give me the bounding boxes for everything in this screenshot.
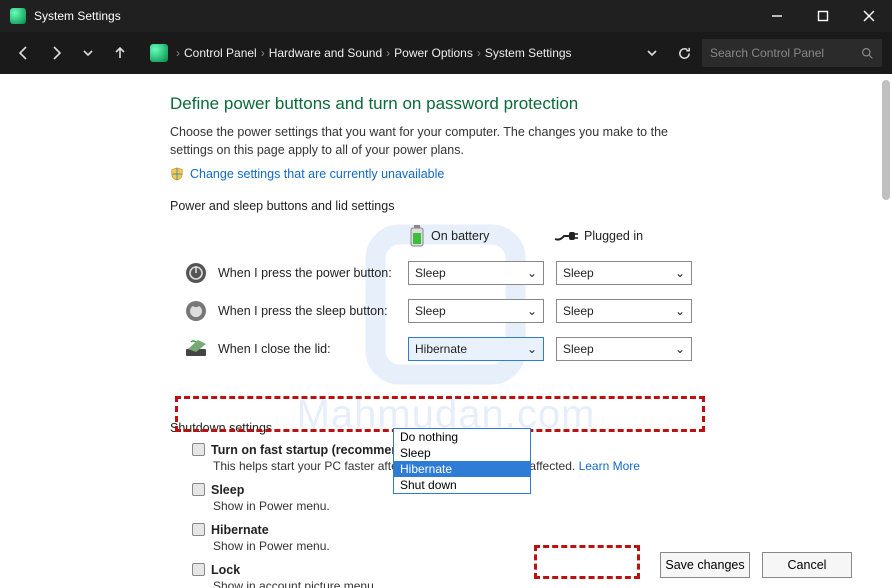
maximize-button[interactable]: [800, 0, 846, 32]
chevron-down-icon: ⌄: [675, 266, 685, 280]
learn-more-link[interactable]: Learn More: [579, 459, 640, 473]
checkbox[interactable]: [192, 523, 205, 536]
save-button[interactable]: Save changes: [660, 552, 750, 578]
navbar: › Control Panel› Hardware and Sound› Pow…: [0, 32, 892, 74]
row-label: When I press the power button:: [218, 266, 408, 280]
app-icon: [10, 8, 26, 24]
battery-icon: [409, 225, 425, 247]
minimize-button[interactable]: [754, 0, 800, 32]
sleep-plugged-select[interactable]: Sleep⌄: [556, 299, 692, 323]
chevron-down-icon: ⌄: [527, 304, 537, 318]
forward-button[interactable]: [42, 39, 70, 67]
shield-icon: [170, 167, 184, 181]
power-battery-select[interactable]: Sleep⌄: [408, 261, 544, 285]
lid-icon: [184, 337, 208, 361]
power-button-icon: [184, 261, 208, 285]
chevron-down-icon: ⌄: [527, 266, 537, 280]
change-settings-text: Change settings that are currently unava…: [190, 167, 444, 181]
plug-icon: [554, 229, 578, 243]
titlebar: System Settings: [0, 0, 892, 32]
sleep-button-icon: [184, 299, 208, 323]
page-title: Define power buttons and turn on passwor…: [170, 94, 832, 114]
back-button[interactable]: [10, 39, 38, 67]
chevron-down-icon: ⌄: [527, 342, 537, 356]
address-icon: [150, 44, 168, 62]
row-sleep-button: When I press the sleep button: Sleep⌄ Sl…: [184, 299, 832, 323]
refresh-button[interactable]: [670, 39, 698, 67]
lid-plugged-select[interactable]: Sleep⌄: [556, 337, 692, 361]
lid-battery-select[interactable]: Hibernate⌄: [408, 337, 544, 361]
dropdown-option-selected[interactable]: Hibernate: [394, 461, 530, 477]
col-on-battery: On battery: [409, 225, 554, 247]
checkbox[interactable]: [192, 483, 205, 496]
row-label: When I close the lid:: [218, 342, 408, 356]
dropdown-option[interactable]: Sleep: [394, 445, 530, 461]
sd-hibernate: Hibernate Show in Power menu.: [192, 523, 832, 553]
crumb[interactable]: Power Options: [394, 46, 473, 60]
crumb[interactable]: Hardware and Sound: [269, 46, 382, 60]
chevron-down-icon: ⌄: [675, 304, 685, 318]
address-dropdown[interactable]: [638, 39, 666, 67]
row-label: When I press the sleep button:: [218, 304, 408, 318]
checkbox[interactable]: [192, 443, 205, 456]
search-placeholder: Search Control Panel: [710, 46, 824, 60]
scrollbar[interactable]: [882, 80, 890, 200]
row-power-button: When I press the power button: Sleep⌄ Sl…: [184, 261, 832, 285]
window-title: System Settings: [34, 9, 121, 23]
close-button[interactable]: [846, 0, 892, 32]
power-plugged-select[interactable]: Sleep⌄: [556, 261, 692, 285]
crumb[interactable]: Control Panel: [184, 46, 257, 60]
sleep-battery-select[interactable]: Sleep⌄: [408, 299, 544, 323]
up-button[interactable]: [106, 39, 134, 67]
dropdown-option[interactable]: Shut down: [394, 477, 530, 493]
checkbox[interactable]: [192, 563, 205, 576]
address-bar[interactable]: › Control Panel› Hardware and Sound› Pow…: [150, 44, 622, 62]
dropdown-option[interactable]: Do nothing: [394, 429, 530, 445]
search-icon: [861, 47, 874, 60]
crumb[interactable]: System Settings: [485, 46, 572, 60]
row-close-lid: When I close the lid: Hibernate⌄ Sleep⌄: [184, 337, 832, 361]
search-input[interactable]: Search Control Panel: [702, 39, 882, 67]
change-settings-link[interactable]: Change settings that are currently unava…: [170, 167, 832, 181]
section-label: Power and sleep buttons and lid settings: [170, 199, 832, 213]
col-plugged-in: Plugged in: [554, 225, 704, 247]
recent-button[interactable]: [74, 39, 102, 67]
lid-battery-dropdown[interactable]: Do nothing Sleep Hibernate Shut down: [393, 428, 531, 494]
cancel-button[interactable]: Cancel: [762, 552, 852, 578]
page-description: Choose the power settings that you want …: [170, 124, 710, 159]
chevron-down-icon: ⌄: [675, 342, 685, 356]
